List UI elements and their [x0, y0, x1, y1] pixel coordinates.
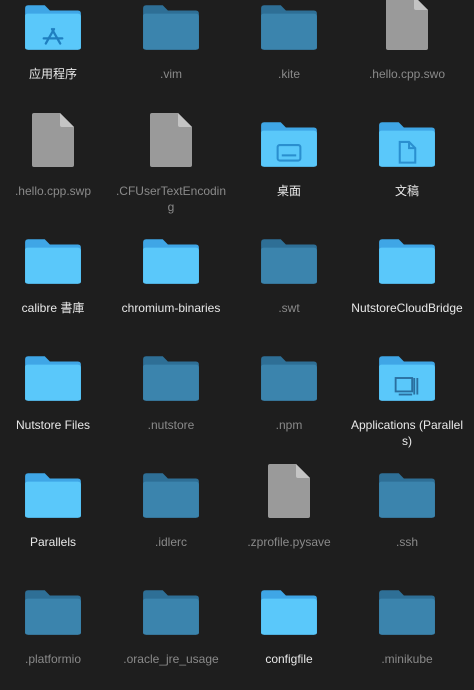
parallels-folder-icon [348, 339, 466, 403]
file-item[interactable]: .CFUserTextEncoding [112, 105, 230, 222]
documents-folder-icon [348, 105, 466, 169]
file-item[interactable]: 应用程序 [0, 0, 112, 105]
file-item[interactable]: Applications (Parallels) [348, 339, 466, 456]
file-item[interactable]: .swt [230, 222, 348, 339]
document-icon [112, 105, 230, 169]
document-icon [230, 456, 348, 520]
folder-icon [0, 573, 112, 637]
file-item[interactable]: .hello.cpp.swp [0, 105, 112, 222]
file-item-label: .CFUserTextEncoding [115, 184, 227, 214]
file-item[interactable]: calibre 書庫 [0, 222, 112, 339]
file-item[interactable]: .vim [112, 0, 230, 105]
file-item-label: calibre 書庫 [21, 301, 85, 315]
file-item-label: .zprofile.pysave [247, 535, 331, 549]
file-item-label: Nutstore Files [15, 418, 91, 432]
file-item[interactable]: .zprofile.pysave [230, 456, 348, 573]
file-item-label: .kite [277, 67, 300, 81]
file-item[interactable]: .nutstore [112, 339, 230, 456]
file-item[interactable]: configfile [230, 573, 348, 690]
file-item[interactable]: chromium-binaries [112, 222, 230, 339]
file-item-label: configfile [265, 652, 313, 666]
finder-icon-grid: 应用程序 .vim .kite .hello.cpp.swo .hello.cpp.sw… [0, 0, 474, 683]
applications-folder-icon [0, 0, 112, 52]
file-item[interactable]: 文稿 [348, 105, 466, 222]
file-item[interactable]: .minikube [348, 573, 466, 690]
file-item[interactable]: 桌面 [230, 105, 348, 222]
folder-icon [348, 573, 466, 637]
document-icon [348, 0, 466, 52]
folder-icon [0, 456, 112, 520]
folder-icon [112, 339, 230, 403]
file-item-label: 文稿 [394, 184, 419, 198]
file-item-label: .ssh [395, 535, 418, 549]
folder-icon [112, 573, 230, 637]
file-item-label: .swt [278, 301, 300, 315]
folder-icon [0, 222, 112, 286]
folder-icon [112, 456, 230, 520]
file-item-label: .platformio [24, 652, 82, 666]
folder-icon [230, 0, 348, 52]
file-item-label: .hello.cpp.swp [14, 184, 92, 198]
folder-icon [112, 0, 230, 52]
folder-icon [0, 339, 112, 403]
file-item[interactable]: .idlerc [112, 456, 230, 573]
file-item[interactable]: Nutstore Files [0, 339, 112, 456]
file-item-label: chromium-binaries [121, 301, 221, 315]
file-item-label: .npm [275, 418, 303, 432]
file-item[interactable]: NutstoreCloudBridge [348, 222, 466, 339]
document-icon [0, 105, 112, 169]
desktop-folder-icon [230, 105, 348, 169]
file-item[interactable]: Parallels [0, 456, 112, 573]
file-item[interactable]: .kite [230, 0, 348, 105]
file-item-label: 应用程序 [28, 67, 77, 81]
file-item[interactable]: .hello.cpp.swo [348, 0, 466, 105]
folder-icon [348, 222, 466, 286]
folder-icon [230, 222, 348, 286]
file-item-label: 桌面 [276, 184, 301, 198]
file-item[interactable]: .oracle_jre_usage [112, 573, 230, 690]
file-item[interactable]: .npm [230, 339, 348, 456]
file-item[interactable]: .platformio [0, 573, 112, 690]
file-item-label: .nutstore [147, 418, 195, 432]
file-item-label: NutstoreCloudBridge [351, 301, 463, 315]
file-item-label: .hello.cpp.swo [368, 67, 446, 81]
file-item-label: Parallels [29, 535, 77, 549]
folder-icon [112, 222, 230, 286]
file-item-label: .minikube [381, 652, 433, 666]
file-item-label: .oracle_jre_usage [123, 652, 219, 666]
folder-icon [348, 456, 466, 520]
file-item-label: .vim [160, 67, 182, 81]
file-item-label: .idlerc [154, 535, 187, 549]
folder-icon [230, 339, 348, 403]
file-item[interactable]: .ssh [348, 456, 466, 573]
file-item-label: Applications (Parallels) [350, 418, 464, 448]
folder-icon [230, 573, 348, 637]
